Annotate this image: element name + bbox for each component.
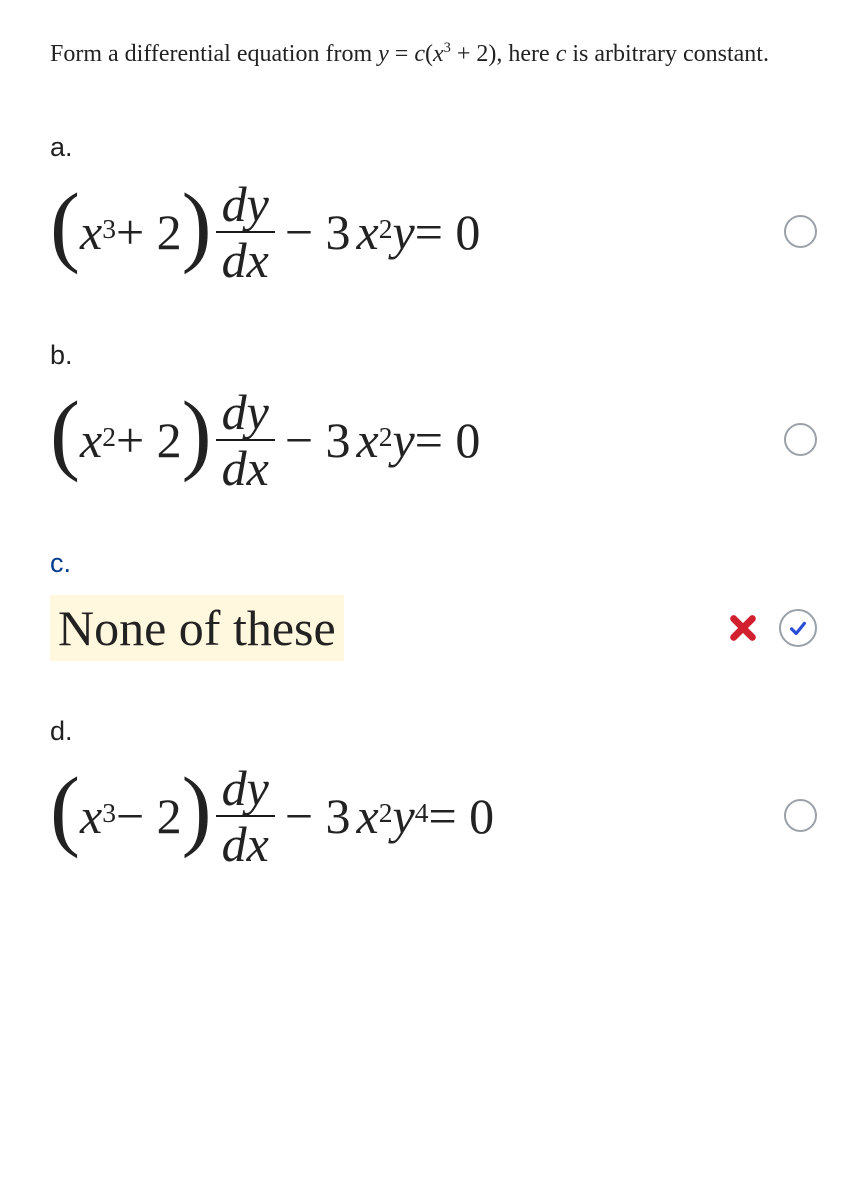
question-prefix: Form a differential equation from (50, 41, 378, 67)
option-b-label: b. (50, 340, 817, 371)
question-text: Form a differential equation from y = c(… (50, 38, 817, 72)
option-d-radio[interactable] (784, 799, 817, 832)
option-a[interactable]: a. (x3 + 2) dy dx − 3x2y = 0 (50, 132, 817, 285)
question-middle: , here (496, 41, 555, 67)
cross-icon (729, 614, 757, 642)
option-a-formula: (x3 + 2) dy dx − 3x2y = 0 (50, 179, 480, 285)
checkmark-icon (787, 617, 809, 639)
option-b-radio[interactable] (784, 423, 817, 456)
question-eq-y: y (378, 41, 389, 67)
question-c: c (414, 41, 425, 67)
option-d-label: d. (50, 716, 817, 747)
fraction-dy-dx: dy dx (216, 763, 275, 869)
question-suffix: is arbitrary constant. (566, 41, 769, 67)
option-b-formula: (x2 + 2) dy dx − 3x2y = 0 (50, 387, 480, 493)
option-a-label: a. (50, 132, 817, 163)
option-b[interactable]: b. (x2 + 2) dy dx − 3x2y = 0 (50, 340, 817, 493)
option-a-radio[interactable] (784, 215, 817, 248)
option-c-text: None of these (50, 595, 344, 661)
question-const: c (556, 41, 567, 67)
question-equals: = (389, 41, 415, 67)
question-plus2: + 2 (451, 41, 489, 67)
option-c-label: c. (50, 548, 817, 579)
question-x: x (433, 41, 444, 67)
option-c[interactable]: c. None of these (50, 548, 817, 661)
option-d[interactable]: d. (x3 − 2) dy dx − 3x2y4 = 0 (50, 716, 817, 869)
fraction-dy-dx: dy dx (216, 387, 275, 493)
question-exp: 3 (444, 40, 451, 56)
option-c-radio[interactable] (779, 609, 817, 647)
question-open: ( (425, 41, 433, 67)
fraction-dy-dx: dy dx (216, 179, 275, 285)
option-d-formula: (x3 − 2) dy dx − 3x2y4 = 0 (50, 763, 494, 869)
